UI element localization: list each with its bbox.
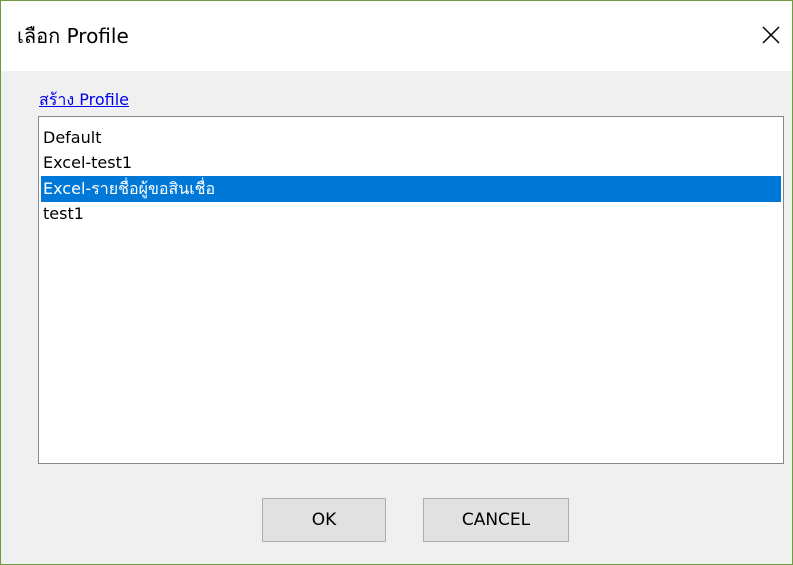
list-item-excel-borrowers[interactable]: Excel-รายชื่อผู้ขอสินเชื่อ [41,176,781,202]
list-item-default[interactable]: Default [41,125,781,151]
dialog-title: เลือก Profile [17,24,129,48]
profile-listbox[interactable]: Default Excel-test1 Excel-รายชื่อผู้ขอสิ… [38,116,784,464]
list-item-test1[interactable]: test1 [41,201,781,227]
ok-button[interactable]: OK [262,498,386,542]
close-button[interactable] [749,15,793,55]
profile-dialog: เลือก Profile สร้าง Profile Default Exce… [0,0,793,565]
list-item-excel-test1[interactable]: Excel-test1 [41,150,781,176]
create-profile-link[interactable]: สร้าง Profile [39,88,129,113]
cancel-button[interactable]: CANCEL [423,498,569,542]
title-bar: เลือก Profile [1,1,792,71]
close-icon [762,26,780,44]
